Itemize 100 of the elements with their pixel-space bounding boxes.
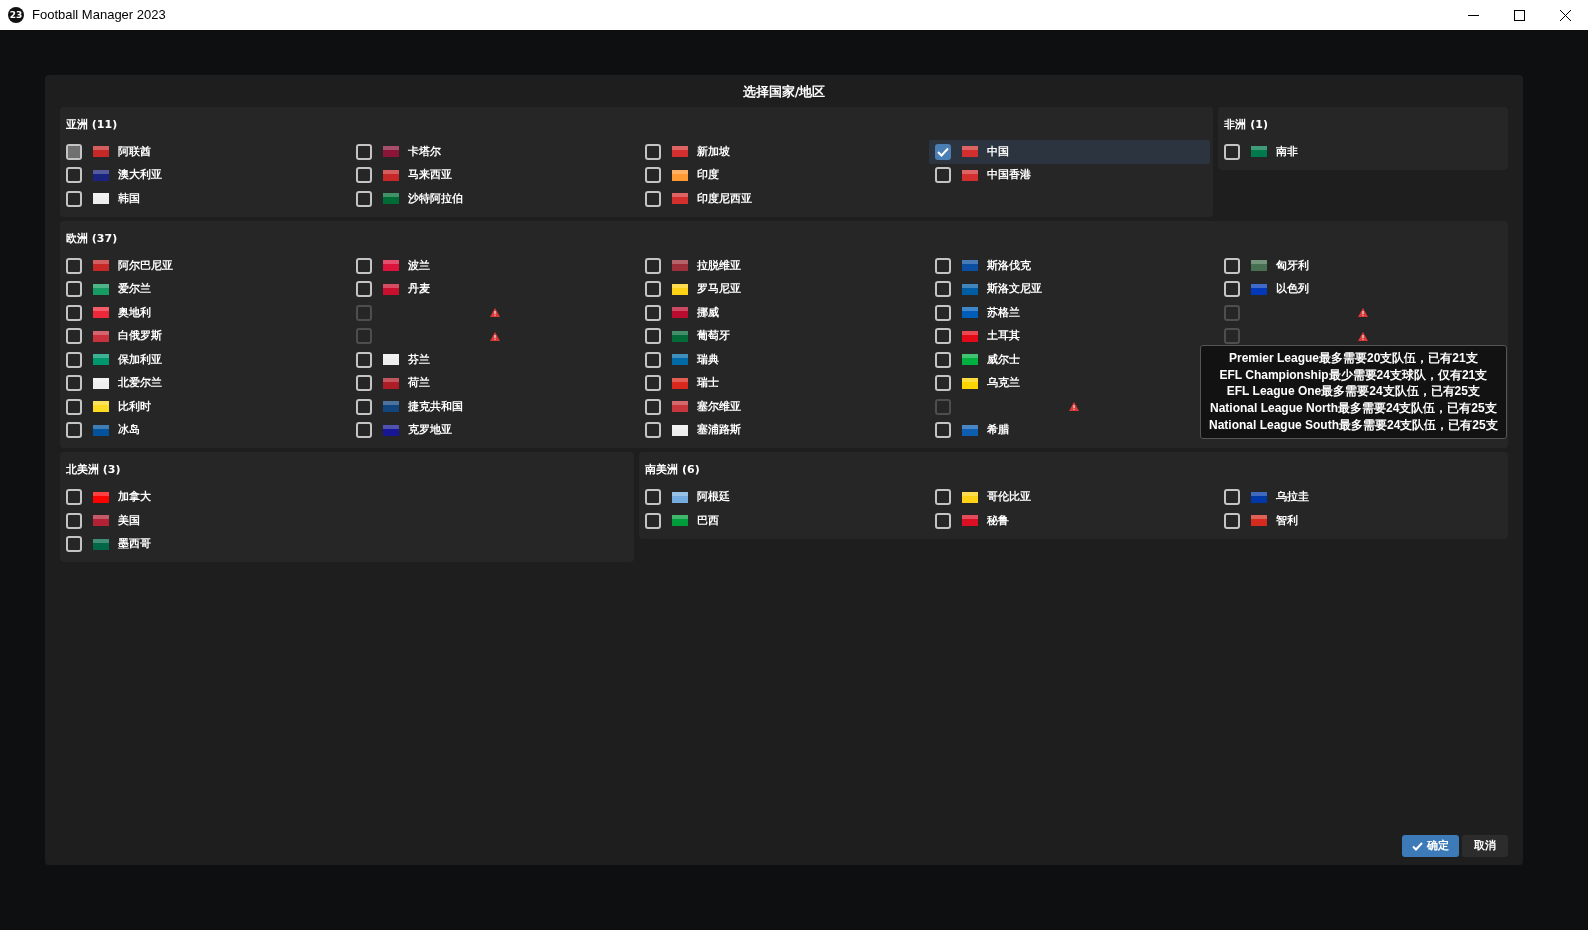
checkbox[interactable] [355, 351, 372, 368]
checkbox[interactable] [934, 167, 951, 184]
flag-icon [961, 169, 978, 181]
checkbox[interactable] [66, 398, 82, 415]
checkbox[interactable] [645, 257, 662, 274]
country-name: 阿根廷 [697, 489, 731, 505]
country-name: 沙特阿拉伯 [407, 190, 463, 206]
checkbox[interactable] [66, 328, 82, 345]
flag-icon [93, 260, 109, 272]
checkbox[interactable] [645, 351, 662, 368]
flag-icon [672, 193, 689, 205]
checkbox[interactable] [934, 489, 951, 506]
checkbox[interactable] [355, 257, 372, 274]
checkbox[interactable] [355, 398, 372, 415]
country-name: 威尔士 [986, 351, 1020, 367]
country-name: 葡萄牙 [697, 328, 731, 344]
flag-icon [93, 538, 109, 550]
checkbox[interactable] [66, 536, 82, 553]
checkbox[interactable] [1224, 257, 1241, 274]
checkbox[interactable] [934, 328, 951, 345]
checkbox[interactable] [355, 167, 372, 184]
checkbox[interactable] [934, 257, 951, 274]
warning-icon [489, 331, 500, 341]
checkbox[interactable] [645, 304, 662, 321]
country-name: 保加利亚 [118, 351, 162, 367]
flag-icon [382, 283, 399, 295]
checkbox[interactable] [66, 167, 82, 184]
checkbox[interactable] [66, 375, 82, 392]
flag-icon [672, 515, 689, 527]
flag-icon [1251, 260, 1268, 272]
checkbox[interactable] [645, 190, 662, 207]
warning-icon [1358, 331, 1369, 341]
region-title: 南美洲 (6) [644, 462, 701, 478]
checkbox[interactable] [66, 281, 82, 298]
checkbox[interactable] [66, 304, 82, 321]
warning-icon [1358, 308, 1369, 318]
selected-row-highlight[interactable]: 中国 [928, 140, 1211, 164]
dialog-title: 选择国家/地区 [741, 83, 827, 101]
checkbox[interactable] [645, 143, 662, 160]
country-name: 拉脱维亚 [697, 257, 742, 273]
checkbox[interactable] [355, 143, 372, 160]
checkbox[interactable] [1224, 512, 1241, 529]
country-name: 墨西哥 [118, 536, 151, 552]
country-name: 乌拉圭 [1276, 489, 1310, 505]
checkbox[interactable] [355, 422, 372, 439]
checkbox[interactable] [66, 351, 82, 368]
checkbox[interactable] [645, 398, 662, 415]
checkbox[interactable] [645, 512, 662, 529]
checkbox[interactable] [66, 257, 82, 274]
checkbox[interactable] [645, 167, 662, 184]
checkbox[interactable] [66, 190, 82, 207]
checkbox[interactable] [66, 489, 82, 506]
country-name: 南非 [1276, 143, 1299, 159]
flag-icon [961, 146, 978, 158]
country-name: 希腊 [986, 422, 1009, 438]
flag-icon [672, 260, 689, 272]
flag-icon [382, 169, 399, 181]
checkbox[interactable] [1224, 489, 1241, 506]
country-name: 北爱尔兰 [118, 375, 162, 391]
country-name: 秘鲁 [986, 512, 1009, 528]
country-name: 罗马尼亚 [697, 281, 742, 297]
checkbox[interactable] [1224, 281, 1241, 298]
region-title: 亚洲 (11) [65, 116, 119, 133]
checkbox[interactable] [934, 281, 951, 298]
cancel-button[interactable]: 取消 [1462, 835, 1508, 857]
country-name: 韩国 [118, 190, 140, 206]
checkbox[interactable] [66, 422, 82, 439]
checkbox[interactable] [934, 512, 951, 529]
checkbox[interactable] [645, 328, 662, 345]
flag-icon [93, 491, 109, 503]
checkbox[interactable] [645, 422, 662, 439]
flag-icon [382, 260, 399, 272]
checkbox[interactable] [645, 281, 662, 298]
checkbox[interactable] [934, 351, 951, 368]
flag-icon [672, 169, 689, 181]
country-name: 新加坡 [697, 143, 731, 159]
checkbox[interactable] [645, 489, 662, 506]
flag-icon [672, 283, 689, 295]
checkbox[interactable] [934, 422, 951, 439]
checkbox[interactable] [934, 375, 951, 392]
country-name: 印度 [697, 167, 720, 183]
country-name: 塞浦路斯 [697, 422, 742, 438]
country-name: 智利 [1276, 512, 1299, 528]
checkbox[interactable] [66, 512, 82, 529]
checkbox[interactable] [934, 143, 951, 160]
country-name: 哥伦比亚 [986, 489, 1031, 505]
checkbox[interactable] [1224, 143, 1241, 160]
flag-icon [382, 377, 399, 389]
checkbox[interactable] [355, 281, 372, 298]
checkbox[interactable] [934, 304, 951, 321]
flag-icon [93, 193, 109, 205]
confirm-button[interactable]: 确定 [1402, 835, 1459, 857]
checkbox[interactable] [355, 375, 372, 392]
flag-icon [672, 377, 689, 389]
flag-icon [382, 354, 399, 366]
flag-icon [961, 515, 978, 527]
checkbox[interactable] [355, 190, 372, 207]
checkbox[interactable] [645, 375, 662, 392]
warning-icon [1068, 402, 1079, 412]
flag-icon [382, 424, 399, 436]
